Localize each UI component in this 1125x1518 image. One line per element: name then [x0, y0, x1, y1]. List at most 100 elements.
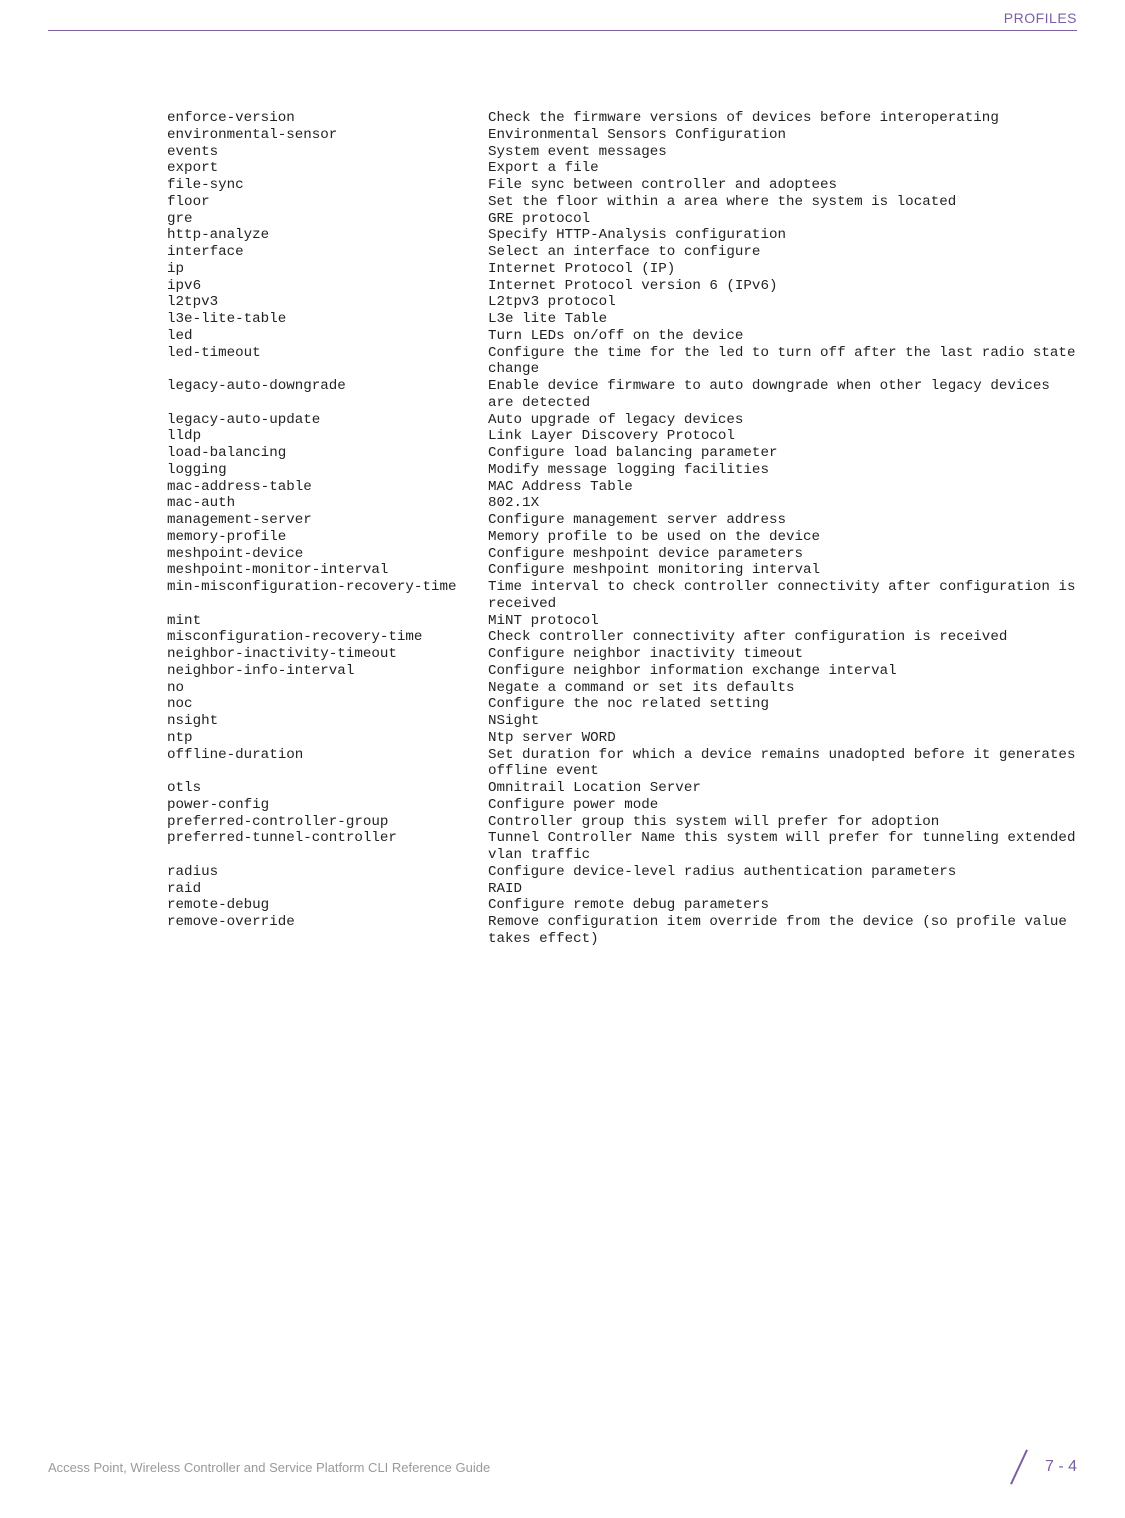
cli-command: mac-auth	[150, 495, 488, 512]
cli-description: Configure neighbor information exchange …	[488, 663, 1077, 680]
cli-description: Internet Protocol version 6 (IPv6)	[488, 278, 1077, 295]
cli-description: Configure meshpoint monitoring interval	[488, 562, 1077, 579]
cli-row: meshpoint-deviceConfigure meshpoint devi…	[150, 546, 1077, 563]
cli-row: power-configConfigure power mode	[150, 797, 1077, 814]
cli-command: logging	[150, 462, 488, 479]
cli-row: management-serverConfigure management se…	[150, 512, 1077, 529]
cli-description: L2tpv3 protocol	[488, 294, 1077, 311]
cli-command: remove-override	[150, 914, 488, 948]
cli-row: ntpNtp server WORD	[150, 730, 1077, 747]
cli-description: MiNT protocol	[488, 613, 1077, 630]
cli-description: Environmental Sensors Configuration	[488, 127, 1077, 144]
cli-row: floorSet the floor within a area where t…	[150, 194, 1077, 211]
cli-listing: enforce-versionCheck the firmware versio…	[150, 110, 1077, 948]
cli-row: preferred-tunnel-controllerTunnel Contro…	[150, 830, 1077, 864]
cli-row: enforce-versionCheck the firmware versio…	[150, 110, 1077, 127]
cli-command: misconfiguration-recovery-time	[150, 629, 488, 646]
cli-command: otls	[150, 780, 488, 797]
cli-command: load-balancing	[150, 445, 488, 462]
cli-description: Time interval to check controller connec…	[488, 579, 1077, 613]
page-number: 7 - 4	[1045, 1458, 1077, 1476]
cli-command: ipv6	[150, 278, 488, 295]
cli-row: min-misconfiguration-recovery-timeTime i…	[150, 579, 1077, 613]
cli-row: mac-auth802.1X	[150, 495, 1077, 512]
cli-row: greGRE protocol	[150, 211, 1077, 228]
cli-row: ledTurn LEDs on/off on the device	[150, 328, 1077, 345]
cli-description: Set the floor within a area where the sy…	[488, 194, 1077, 211]
cli-description: Export a file	[488, 160, 1077, 177]
cli-command: interface	[150, 244, 488, 261]
cli-row: load-balancingConfigure load balancing p…	[150, 445, 1077, 462]
cli-row: raidRAID	[150, 881, 1077, 898]
cli-command: neighbor-inactivity-timeout	[150, 646, 488, 663]
cli-row: environmental-sensorEnvironmental Sensor…	[150, 127, 1077, 144]
cli-row: ipInternet Protocol (IP)	[150, 261, 1077, 278]
cli-command: mint	[150, 613, 488, 630]
cli-row: noNegate a command or set its defaults	[150, 680, 1077, 697]
cli-command: legacy-auto-downgrade	[150, 378, 488, 412]
cli-command: gre	[150, 211, 488, 228]
cli-command: memory-profile	[150, 529, 488, 546]
footer: Access Point, Wireless Controller and Se…	[48, 1450, 1077, 1484]
cli-row: l3e-lite-tableL3e lite Table	[150, 311, 1077, 328]
cli-row: legacy-auto-updateAuto upgrade of legacy…	[150, 412, 1077, 429]
cli-row: led-timeoutConfigure the time for the le…	[150, 345, 1077, 379]
cli-command: l2tpv3	[150, 294, 488, 311]
cli-description: Configure device-level radius authentica…	[488, 864, 1077, 881]
cli-command: raid	[150, 881, 488, 898]
cli-description: Configure remote debug parameters	[488, 897, 1077, 914]
cli-row: l2tpv3L2tpv3 protocol	[150, 294, 1077, 311]
cli-description: Enable device firmware to auto downgrade…	[488, 378, 1077, 412]
cli-description: Configure the noc related setting	[488, 696, 1077, 713]
cli-command: events	[150, 144, 488, 161]
cli-row: preferred-controller-groupController gro…	[150, 814, 1077, 831]
cli-description: Controller group this system will prefer…	[488, 814, 1077, 831]
cli-command: neighbor-info-interval	[150, 663, 488, 680]
cli-row: meshpoint-monitor-intervalConfigure mesh…	[150, 562, 1077, 579]
cli-row: otlsOmnitrail Location Server	[150, 780, 1077, 797]
cli-command: noc	[150, 696, 488, 713]
footer-text: Access Point, Wireless Controller and Se…	[48, 1460, 490, 1475]
cli-row: offline-durationSet duration for which a…	[150, 747, 1077, 781]
cli-row: neighbor-inactivity-timeoutConfigure nei…	[150, 646, 1077, 663]
cli-row: eventsSystem event messages	[150, 144, 1077, 161]
cli-row: legacy-auto-downgradeEnable device firmw…	[150, 378, 1077, 412]
cli-command: offline-duration	[150, 747, 488, 781]
cli-description: Memory profile to be used on the device	[488, 529, 1077, 546]
cli-description: Configure management server address	[488, 512, 1077, 529]
cli-command: legacy-auto-update	[150, 412, 488, 429]
cli-description: Specify HTTP-Analysis configuration	[488, 227, 1077, 244]
cli-row: misconfiguration-recovery-timeCheck cont…	[150, 629, 1077, 646]
cli-row: mac-address-tableMAC Address Table	[150, 479, 1077, 496]
cli-description: Configure the time for the led to turn o…	[488, 345, 1077, 379]
cli-row: file-syncFile sync between controller an…	[150, 177, 1077, 194]
cli-description: Modify message logging facilities	[488, 462, 1077, 479]
cli-command: lldp	[150, 428, 488, 445]
cli-row: interfaceSelect an interface to configur…	[150, 244, 1077, 261]
cli-description: Configure load balancing parameter	[488, 445, 1077, 462]
cli-row: lldpLink Layer Discovery Protocol	[150, 428, 1077, 445]
cli-command: radius	[150, 864, 488, 881]
cli-command: file-sync	[150, 177, 488, 194]
cli-description: Configure meshpoint device parameters	[488, 546, 1077, 563]
cli-description: Ntp server WORD	[488, 730, 1077, 747]
cli-description: File sync between controller and adoptee…	[488, 177, 1077, 194]
cli-command: power-config	[150, 797, 488, 814]
cli-description: Check controller connectivity after conf…	[488, 629, 1077, 646]
cli-command: ntp	[150, 730, 488, 747]
cli-row: nsightNSight	[150, 713, 1077, 730]
cli-description: L3e lite Table	[488, 311, 1077, 328]
cli-command: preferred-controller-group	[150, 814, 488, 831]
cli-row: loggingModify message logging facilities	[150, 462, 1077, 479]
cli-description: System event messages	[488, 144, 1077, 161]
cli-command: meshpoint-device	[150, 546, 488, 563]
cli-description: Remove configuration item override from …	[488, 914, 1077, 948]
cli-command: nsight	[150, 713, 488, 730]
cli-command: environmental-sensor	[150, 127, 488, 144]
cli-command: no	[150, 680, 488, 697]
header-rule	[48, 30, 1077, 31]
cli-row: exportExport a file	[150, 160, 1077, 177]
cli-description: NSight	[488, 713, 1077, 730]
cli-description: Select an interface to configure	[488, 244, 1077, 261]
cli-description: Turn LEDs on/off on the device	[488, 328, 1077, 345]
